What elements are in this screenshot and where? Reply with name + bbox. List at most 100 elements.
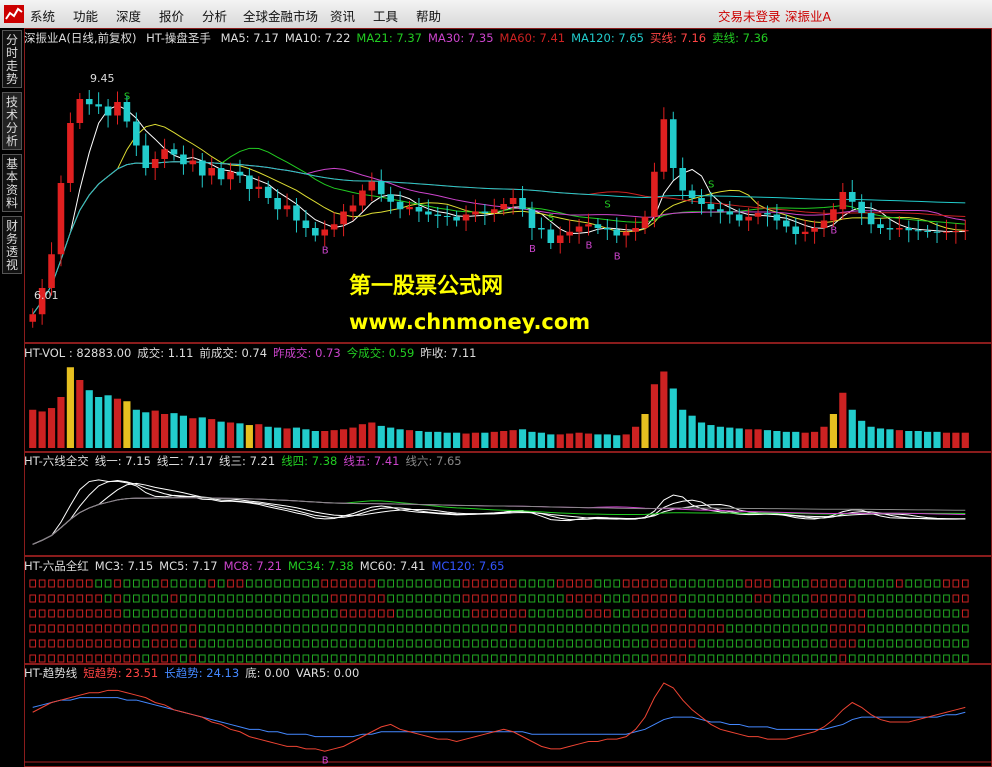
signal-cell (961, 639, 969, 648)
signal-cell (208, 624, 216, 633)
signal-cell (914, 609, 922, 618)
signal-cell (773, 579, 781, 588)
candle-body (867, 213, 875, 225)
signal-cell (556, 579, 564, 588)
signal-cell (76, 594, 84, 603)
signal-cell (104, 579, 112, 588)
signal-cell (246, 624, 253, 633)
trend-value-1: 短趋势: 23.51 (83, 666, 159, 680)
signal-cell (67, 594, 74, 603)
signal-cell (688, 594, 696, 603)
signal-cell (330, 609, 338, 618)
signal-cell (340, 609, 347, 618)
menu-quote[interactable]: 报价 (159, 6, 184, 25)
signal-cell (264, 654, 272, 663)
signal-cell (425, 624, 432, 633)
volume-bar (537, 432, 545, 448)
signal-cell (848, 609, 856, 618)
signal-cell (311, 639, 319, 648)
signal-cell (943, 624, 950, 633)
signal-cell (613, 579, 621, 588)
side-tabs: 分时走势 技术分析 基本资料 财务透视 (0, 28, 24, 767)
signal-cell (905, 654, 913, 663)
stock-name-label: 深振业A(日线,前复权) (24, 31, 137, 45)
six-red-value-2: MC5: 7.17 (159, 559, 218, 573)
menu-function[interactable]: 功能 (73, 6, 98, 25)
signal-cell (604, 654, 611, 663)
signal-cell (246, 654, 253, 663)
tab-financial[interactable]: 财务透视 (2, 216, 22, 274)
signal-cell (387, 624, 394, 633)
signal-cell (95, 654, 102, 663)
signal-cell (632, 624, 639, 633)
menu-news[interactable]: 资讯 (330, 6, 355, 25)
signal-cell (462, 624, 470, 633)
trade-login-status[interactable]: 交易未登录 (718, 6, 781, 25)
candle-body (528, 209, 536, 228)
signal-cell (161, 639, 168, 648)
menu-global-market[interactable]: 全球金融市场 (243, 6, 318, 25)
signal-cell (914, 639, 922, 648)
signal-cell (698, 579, 705, 588)
signal-cell (434, 609, 442, 618)
menu-help[interactable]: 帮助 (416, 6, 441, 25)
chart-area[interactable]: S S S S B B B B B B 深振业A(日线,前复权) HT-操盘圣手 MA5: 7.… (24, 28, 992, 767)
tab-intraday[interactable]: 分时走势 (2, 30, 22, 88)
signal-cell (227, 594, 234, 603)
volume-panel-header: HT-VOL : 82883.00 成交: 1.11 前成交: 0.74 昨成交: 0… (24, 345, 488, 361)
signal-cell (142, 609, 150, 618)
signal-cell (585, 639, 592, 648)
signal-cell (604, 609, 611, 618)
volume-bar (368, 422, 376, 448)
signal-cell (208, 609, 216, 618)
signal-cell (613, 654, 621, 663)
signal-cell (198, 639, 206, 648)
signal-cell (905, 624, 913, 633)
signal-cell (547, 594, 555, 603)
signal-cell (76, 609, 84, 618)
volume-bar (339, 429, 348, 448)
volume-bar (547, 434, 555, 448)
signal-cell (519, 624, 526, 633)
signal-cell (820, 639, 828, 648)
signal-cell (198, 624, 206, 633)
signal-cell (425, 654, 432, 663)
volume-bar (839, 392, 847, 448)
candle-body (95, 104, 102, 107)
menu-tools[interactable]: 工具 (373, 6, 398, 25)
signal-cell (217, 654, 225, 663)
signal-cell (330, 654, 338, 663)
menu-depth[interactable]: 深度 (116, 6, 141, 25)
volume-bar (858, 420, 866, 448)
signal-cell (556, 639, 564, 648)
signal-cell (95, 609, 102, 618)
volume-bar (104, 395, 112, 448)
signal-cell (547, 624, 555, 633)
signal-cell (340, 624, 347, 633)
signal-cell (820, 594, 828, 603)
volume-bar (434, 431, 442, 448)
tab-basic-info[interactable]: 基本资料 (2, 154, 22, 212)
signal-cell (264, 579, 272, 588)
signal-cell (123, 579, 131, 588)
volume-bar (688, 415, 696, 448)
signal-cell (660, 579, 668, 588)
signal-cell (839, 579, 847, 588)
signal-cell (415, 654, 423, 663)
signal-cell (349, 639, 357, 648)
signal-cell (161, 594, 168, 603)
signal-cell (669, 594, 677, 603)
signal-cell (877, 624, 884, 633)
menu-system[interactable]: 系统 (30, 6, 55, 25)
signal-cell (660, 594, 668, 603)
tab-technical-analysis[interactable]: 技术分析 (2, 92, 22, 150)
candle-body (180, 154, 187, 165)
signal-cell (227, 624, 234, 633)
signal-cell (764, 654, 771, 663)
signal-cell (726, 609, 734, 618)
volume-bar (594, 434, 602, 448)
signal-cell (133, 579, 140, 588)
signal-cell (528, 609, 536, 618)
signal-cell (38, 594, 46, 603)
menu-analysis[interactable]: 分析 (202, 6, 227, 25)
